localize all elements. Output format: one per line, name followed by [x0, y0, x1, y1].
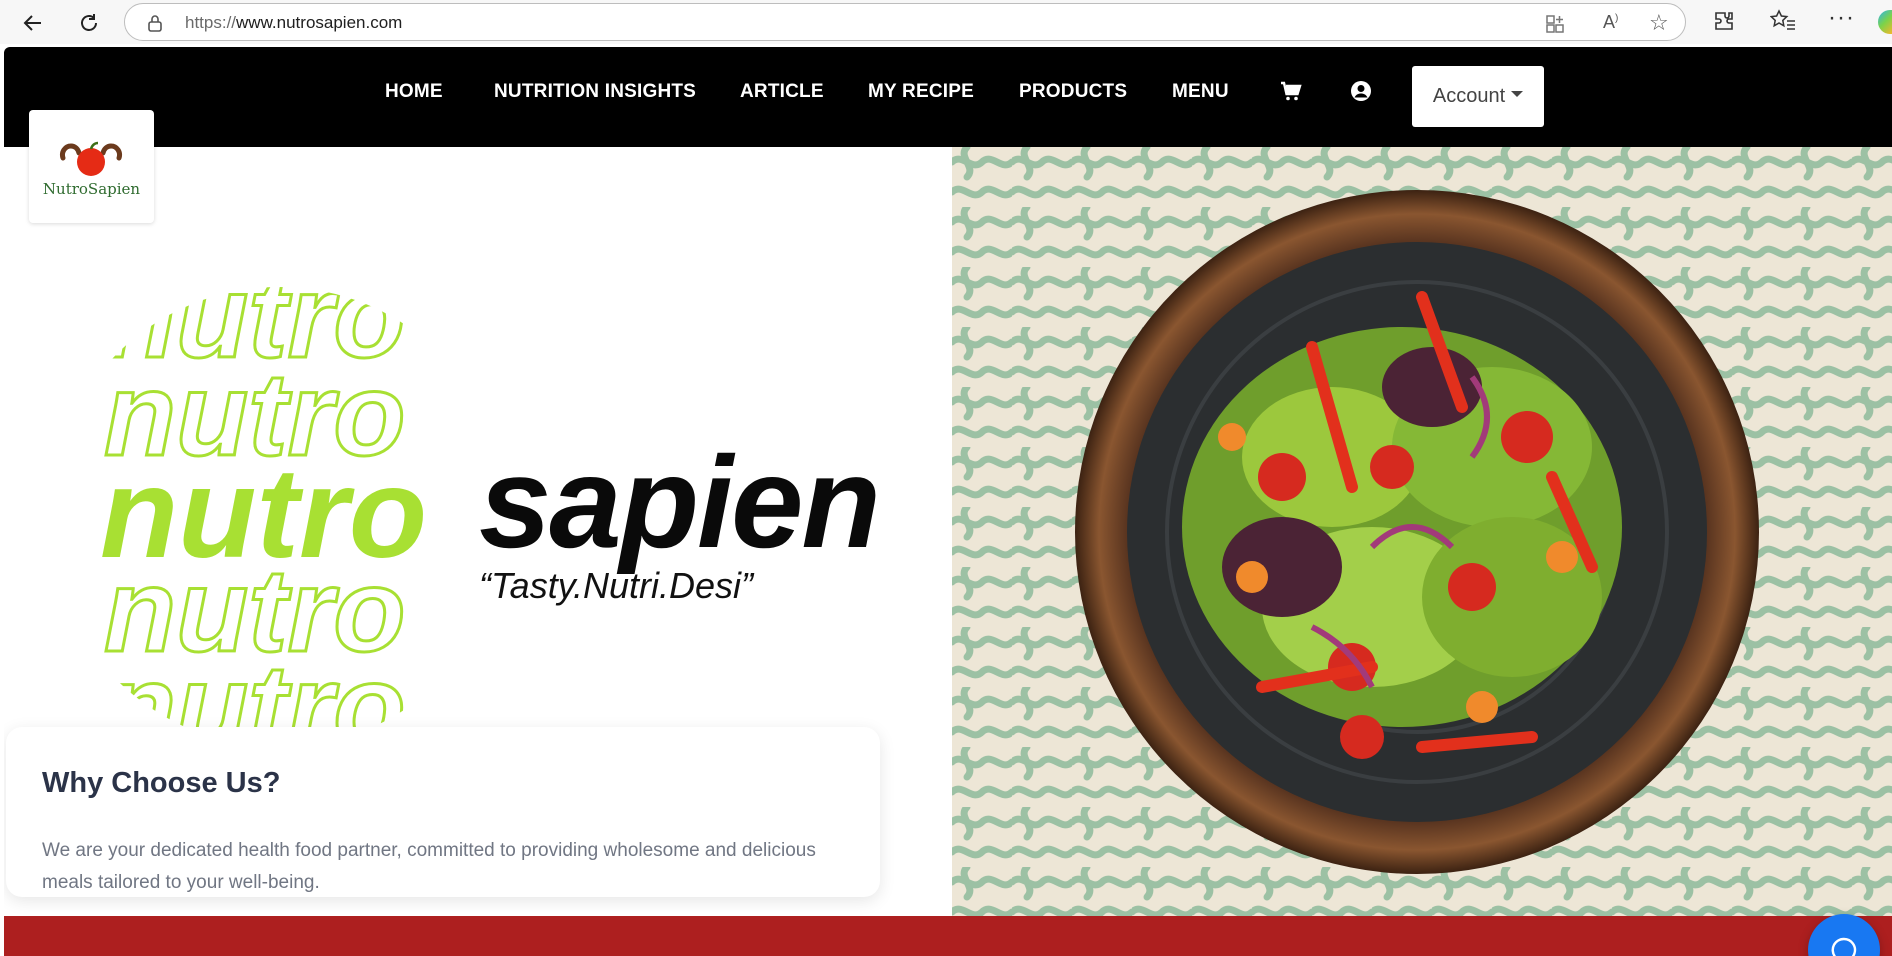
footer-red-band: [4, 916, 1892, 956]
caret-down-icon: [1511, 90, 1524, 97]
back-icon[interactable]: [16, 6, 50, 40]
why-choose-us-title: Why Choose Us?: [42, 767, 281, 799]
nutro-wordmark: nutro nutro nutro nutro nutro: [100, 287, 427, 747]
site-logo[interactable]: NutroSapien: [29, 110, 154, 223]
account-dropdown-button[interactable]: Account: [1412, 66, 1544, 127]
nutro-solid: nutro: [100, 442, 427, 585]
copilot-icon[interactable]: [1878, 10, 1892, 34]
app-available-icon[interactable]: [1545, 14, 1565, 39]
address-bar[interactable]: https://www.nutrosapien.com A) ☆: [124, 3, 1686, 41]
salad-bowl-illustration: [952, 147, 1892, 916]
brand-sapien: sapien: [479, 429, 881, 575]
why-choose-us-body: We are your dedicated health food partne…: [42, 840, 816, 893]
nav-article[interactable]: ARTICLE: [740, 81, 824, 103]
why-choose-us-card: Why Choose Us? We are your dedicated hea…: [6, 727, 880, 897]
favorite-star-icon[interactable]: ☆: [1649, 10, 1669, 36]
nav-menu[interactable]: MENU: [1172, 81, 1229, 103]
nav-my-recipe[interactable]: MY RECIPE: [868, 81, 974, 103]
web-page: HOME NUTRITION INSIGHTS ARTICLE MY RECIP…: [4, 47, 1892, 956]
read-aloud-icon[interactable]: A): [1603, 12, 1618, 33]
nav-products[interactable]: PRODUCTS: [1019, 81, 1127, 103]
more-options-icon[interactable]: ···: [1828, 4, 1855, 32]
hero-salad-image: [952, 147, 1892, 916]
cart-icon[interactable]: [1280, 80, 1302, 102]
browser-toolbar: https://www.nutrosapien.com A) ☆ ···: [0, 0, 1892, 44]
account-label: Account: [1432, 85, 1506, 107]
user-circle-icon[interactable]: [1350, 80, 1372, 102]
extensions-icon[interactable]: [1712, 9, 1736, 38]
favorites-list-icon[interactable]: [1769, 9, 1796, 38]
chat-bubble-icon: [1831, 937, 1857, 956]
tagline: “Tasty.Nutri.Desi”: [479, 565, 754, 606]
nav-nutrition-insights[interactable]: NUTRITION INSIGHTS: [494, 81, 696, 103]
url-text[interactable]: https://www.nutrosapien.com: [185, 13, 402, 33]
apple-muscle-logo-icon: [60, 141, 122, 176]
logo-text: NutroSapien: [42, 180, 141, 198]
lock-icon[interactable]: [147, 14, 163, 37]
top-navigation: HOME NUTRITION INSIGHTS ARTICLE MY RECIP…: [4, 47, 1892, 147]
reload-icon[interactable]: [72, 6, 106, 40]
nav-home[interactable]: HOME: [385, 81, 443, 103]
